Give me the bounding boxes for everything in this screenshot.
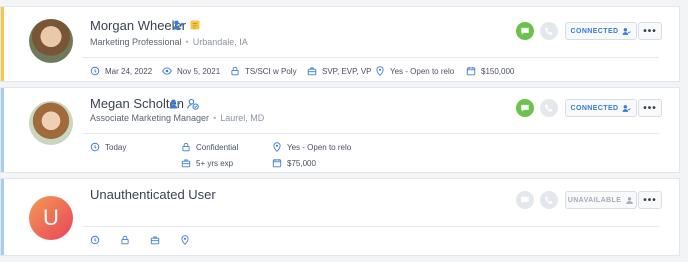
- phone-icon: [545, 27, 553, 35]
- briefcase-icon: [150, 236, 160, 245]
- calendar-dollar-icon: [272, 158, 282, 168]
- card-accent: [1, 179, 4, 255]
- divider: [83, 57, 659, 58]
- eye-icon: [162, 67, 172, 75]
- candidate-card-morgan-wheeler[interactable]: Morgan Wheeler Marketing Professional • Ur…: [0, 6, 680, 82]
- avatar-letter: U: [43, 205, 59, 230]
- connected-button[interactable]: CONNECTED: [565, 22, 637, 40]
- chat-icon: [521, 104, 529, 112]
- call-button[interactable]: [540, 99, 558, 117]
- user-verified-icon[interactable]: [187, 98, 199, 110]
- candidate-card-unauthenticated[interactable]: U Unauthenticated User UNAVAILABLE •••: [0, 178, 680, 256]
- meta-level: SVP, EVP, VP: [307, 66, 372, 76]
- meta-salary: $75,000: [272, 158, 316, 168]
- call-button[interactable]: [540, 22, 558, 40]
- phone-icon: [545, 104, 553, 112]
- avatar[interactable]: [29, 101, 73, 145]
- clock-icon: [90, 235, 100, 245]
- add-user-icon[interactable]: [172, 19, 184, 31]
- candidate-card-megan-scholten[interactable]: Megan Scholten Associate Marketing Manag…: [0, 87, 680, 173]
- candidate-title: Associate Marketing Manager: [90, 113, 210, 123]
- lock-icon: [182, 142, 190, 152]
- meta-viewed: Nov 5, 2021: [162, 66, 220, 76]
- meta-relocation: Yes - Open to relo: [375, 66, 454, 76]
- note-icon[interactable]: [189, 19, 201, 31]
- candidate-location: Laurel, MD: [220, 113, 265, 123]
- user-check-icon: [623, 104, 632, 112]
- meta-relocation: Yes - Open to relo: [272, 142, 351, 152]
- meta-updated: Mar 24, 2022: [90, 66, 152, 76]
- message-button-disabled[interactable]: [516, 191, 534, 209]
- more-options-button[interactable]: •••: [638, 22, 662, 40]
- lock-icon: [121, 235, 129, 245]
- candidate-name[interactable]: Unauthenticated User: [90, 187, 216, 202]
- clock-icon: [90, 142, 100, 152]
- meta-salary: $150,000: [466, 66, 514, 76]
- divider: [83, 133, 659, 134]
- avatar[interactable]: U: [29, 196, 73, 240]
- meta-experience: 5+ yrs exp: [181, 158, 233, 168]
- calendar-dollar-icon: [466, 66, 476, 76]
- user-check-icon: [623, 27, 632, 35]
- meta-clearance: TS/SCI w Poly: [230, 66, 297, 76]
- location-pin-icon: [273, 142, 281, 152]
- card-accent: [1, 7, 4, 81]
- candidate-title: Marketing Professional: [90, 37, 182, 47]
- phone-icon: [545, 196, 553, 204]
- meta-availability: Today: [90, 142, 126, 152]
- avatar[interactable]: [29, 19, 73, 63]
- candidate-subtitle: Marketing Professional • Urbandale, IA: [90, 37, 248, 47]
- connected-button[interactable]: CONNECTED: [565, 99, 637, 117]
- more-options-button[interactable]: •••: [638, 191, 662, 209]
- chat-icon: [521, 196, 529, 204]
- call-button-disabled[interactable]: [540, 191, 558, 209]
- clock-icon: [90, 66, 100, 76]
- lock-icon: [231, 66, 239, 76]
- add-user-icon[interactable]: [169, 98, 181, 110]
- briefcase-icon: [181, 159, 191, 168]
- user-icon: [626, 196, 634, 204]
- divider: [83, 226, 659, 227]
- more-options-button[interactable]: •••: [638, 99, 662, 117]
- candidate-subtitle: Associate Marketing Manager • Laurel, MD: [90, 113, 265, 123]
- candidate-location: Urbandale, IA: [192, 37, 248, 47]
- card-accent: [1, 88, 4, 172]
- location-pin-icon: [376, 66, 384, 76]
- chat-icon: [521, 27, 529, 35]
- message-button[interactable]: [516, 22, 534, 40]
- unavailable-button[interactable]: UNAVAILABLE: [565, 191, 637, 209]
- message-button[interactable]: [516, 99, 534, 117]
- location-pin-icon: [181, 235, 189, 245]
- briefcase-icon: [307, 67, 317, 76]
- meta-clearance: Confidential: [181, 142, 238, 152]
